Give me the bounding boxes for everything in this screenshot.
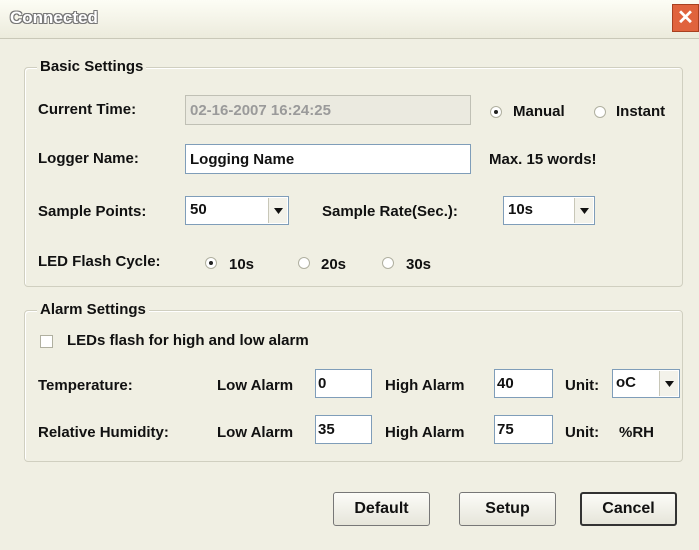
- current-time-field: [185, 95, 471, 125]
- temp-high-alarm-field[interactable]: [494, 369, 553, 398]
- sample-rate-label: Sample Rate(Sec.):: [322, 203, 458, 220]
- led-cycle-30s-label[interactable]: 30s: [406, 256, 431, 273]
- chevron-down-icon[interactable]: [659, 371, 678, 396]
- manual-radio-label[interactable]: Manual: [513, 103, 565, 120]
- sample-points-select[interactable]: 50: [185, 196, 289, 225]
- chevron-down-icon[interactable]: [268, 198, 287, 223]
- hum-high-alarm-label: High Alarm: [385, 424, 465, 441]
- sample-rate-select[interactable]: 10s: [503, 196, 595, 225]
- logger-name-label: Logger Name:: [38, 150, 139, 167]
- logger-name-field[interactable]: [185, 144, 471, 174]
- alarm-settings-legend: Alarm Settings: [37, 301, 149, 318]
- setup-button[interactable]: Setup: [459, 492, 556, 526]
- sample-points-value: 50: [190, 201, 207, 218]
- title-bar: Connected ✕: [0, 0, 699, 39]
- hum-unit-label: Unit:: [565, 424, 600, 441]
- instant-radio-label[interactable]: Instant: [616, 103, 665, 120]
- instant-radio[interactable]: [594, 106, 606, 118]
- hum-unit-value: %RH: [619, 424, 655, 441]
- close-icon[interactable]: ✕: [672, 4, 699, 32]
- temp-unit-select[interactable]: oC: [612, 369, 680, 398]
- led-cycle-20s-radio[interactable]: [298, 257, 310, 269]
- temp-unit-label: Unit:: [565, 377, 600, 394]
- cancel-button[interactable]: Cancel: [580, 492, 677, 526]
- basic-settings-legend: Basic Settings: [37, 58, 147, 75]
- led-cycle-10s-radio[interactable]: [205, 257, 217, 269]
- led-cycle-20s-label[interactable]: 20s: [321, 256, 346, 273]
- max-words-note: Max. 15 words!: [489, 151, 597, 168]
- hum-low-alarm-field[interactable]: [315, 415, 372, 444]
- hum-high-alarm-field[interactable]: [494, 415, 553, 444]
- manual-radio[interactable]: [490, 106, 502, 118]
- led-flash-cycle-label: LED Flash Cycle:: [38, 253, 161, 270]
- led-cycle-10s-label[interactable]: 10s: [229, 256, 254, 273]
- window-title: Connected: [10, 8, 98, 27]
- led-flash-alarm-checkbox[interactable]: [40, 335, 53, 348]
- led-cycle-30s-radio[interactable]: [382, 257, 394, 269]
- temp-high-alarm-label: High Alarm: [385, 377, 465, 394]
- sample-rate-value: 10s: [508, 201, 534, 218]
- temperature-label: Temperature:: [38, 377, 133, 394]
- default-button[interactable]: Default: [333, 492, 430, 526]
- led-flash-alarm-label[interactable]: LEDs flash for high and low alarm: [67, 332, 309, 349]
- chevron-down-icon[interactable]: [574, 198, 593, 223]
- hum-low-alarm-label: Low Alarm: [217, 424, 294, 441]
- current-time-label: Current Time:: [38, 101, 137, 118]
- sample-points-label: Sample Points:: [38, 203, 147, 220]
- temp-low-alarm-field[interactable]: [315, 369, 372, 398]
- temp-unit-value: oC: [616, 374, 636, 391]
- relative-humidity-label: Relative Humidity:: [38, 424, 169, 441]
- temp-low-alarm-label: Low Alarm: [217, 377, 294, 394]
